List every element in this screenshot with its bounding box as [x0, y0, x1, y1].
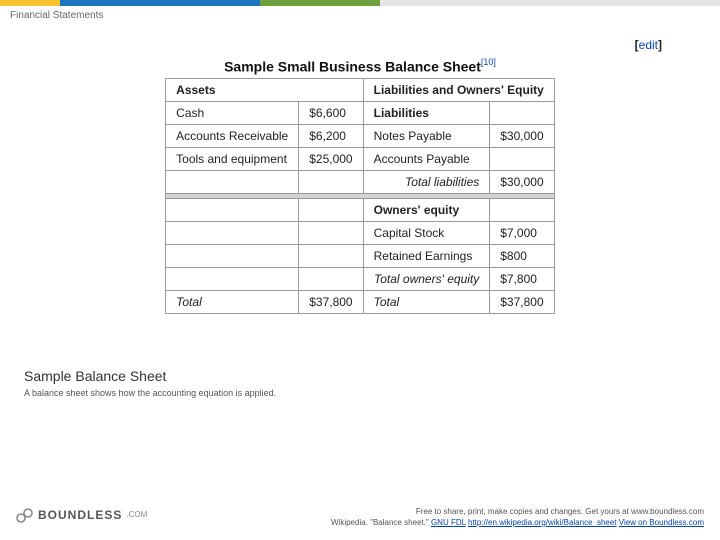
view-on-boundless-link[interactable]: View on Boundless.com	[619, 518, 704, 527]
owners-equity-header: Owners' equity	[363, 199, 490, 222]
liab-label: Notes Payable	[363, 125, 490, 148]
table-row: Accounts Receivable $6,200 Notes Payable…	[166, 125, 555, 148]
table-row: Total owners' equity $7,800	[166, 268, 555, 291]
attribution-line2: Wikipedia. "Balance sheet." GNU FDL http…	[331, 517, 704, 528]
total-assets-label: Total	[166, 291, 299, 314]
edit-anchor[interactable]: edit	[639, 38, 658, 52]
accent-bar	[0, 0, 720, 6]
asset-label: Accounts Receivable	[166, 125, 299, 148]
total-assets-amount: $37,800	[299, 291, 363, 314]
owners-equity-header-row: Owners' equity	[166, 199, 555, 222]
logo-icon	[16, 506, 34, 524]
liabilities-subheader: Liabilities	[363, 102, 490, 125]
assets-header: Assets	[166, 79, 363, 102]
slide: Financial Statements [edit] Sample Small…	[0, 0, 720, 540]
table-row: Capital Stock $7,000	[166, 222, 555, 245]
total-equity-label: Total owners' equity	[363, 268, 490, 291]
caption-title: Sample Balance Sheet	[24, 368, 684, 384]
asset-amount: $25,000	[299, 148, 363, 171]
asset-amount: $6,200	[299, 125, 363, 148]
boundless-logo: BOUNDLESS .COM	[16, 506, 147, 524]
accent-yellow	[0, 0, 60, 6]
accent-grey	[380, 0, 720, 6]
accent-blue	[60, 0, 260, 6]
edit-link: [edit]	[635, 38, 662, 52]
asset-amount	[299, 171, 363, 194]
logo-text: BOUNDLESS	[38, 508, 122, 522]
license-link[interactable]: GNU FDL	[431, 518, 466, 527]
total-liab-equity-amount: $37,800	[490, 291, 555, 314]
asset-amount: $6,600	[299, 102, 363, 125]
total-liab-equity-label: Total	[363, 291, 490, 314]
total-liabilities-label: Total liabilities	[363, 171, 490, 194]
table-row: Total liabilities $30,000	[166, 171, 555, 194]
table-row: Cash $6,600 Liabilities	[166, 102, 555, 125]
asset-label	[166, 171, 299, 194]
asset-label: Cash	[166, 102, 299, 125]
table-header-row: Assets Liabilities and Owners' Equity	[166, 79, 555, 102]
equity-label: Capital Stock	[363, 222, 490, 245]
figure-citation: [10]	[481, 57, 496, 67]
footer: BOUNDLESS .COM Free to share, print, make…	[0, 506, 720, 528]
caption: Sample Balance Sheet A balance sheet sho…	[24, 368, 684, 398]
equity-amount: $7,000	[490, 222, 555, 245]
asset-label: Tools and equipment	[166, 148, 299, 171]
liab-label: Accounts Payable	[363, 148, 490, 171]
caption-description: A balance sheet shows how the accounting…	[24, 388, 684, 398]
figure: Sample Small Business Balance Sheet[10] …	[0, 57, 720, 314]
logo-com: .COM	[126, 510, 147, 519]
liab-amount	[490, 148, 555, 171]
attribution: Free to share, print, make copies and ch…	[331, 506, 704, 528]
balance-sheet-table: Assets Liabilities and Owners' Equity Ca…	[165, 78, 555, 314]
source-link[interactable]: http://en.wikipedia.org/wiki/Balance_she…	[468, 518, 617, 527]
accent-green	[260, 0, 380, 6]
table-row: Retained Earnings $800	[166, 245, 555, 268]
figure-title: Sample Small Business Balance Sheet	[224, 58, 481, 74]
equity-label: Retained Earnings	[363, 245, 490, 268]
breadcrumb: Financial Statements	[0, 6, 720, 21]
liab-equity-header: Liabilities and Owners' Equity	[363, 79, 554, 102]
total-equity-amount: $7,800	[490, 268, 555, 291]
liab-amount: $30,000	[490, 125, 555, 148]
liab-amount	[490, 102, 555, 125]
equity-amount: $800	[490, 245, 555, 268]
total-liabilities-amount: $30,000	[490, 171, 555, 194]
table-row: Tools and equipment $25,000 Accounts Pay…	[166, 148, 555, 171]
attribution-line1: Free to share, print, make copies and ch…	[331, 506, 704, 517]
totals-row: Total $37,800 Total $37,800	[166, 291, 555, 314]
attribution-prefix: Wikipedia. "Balance sheet."	[331, 518, 431, 527]
